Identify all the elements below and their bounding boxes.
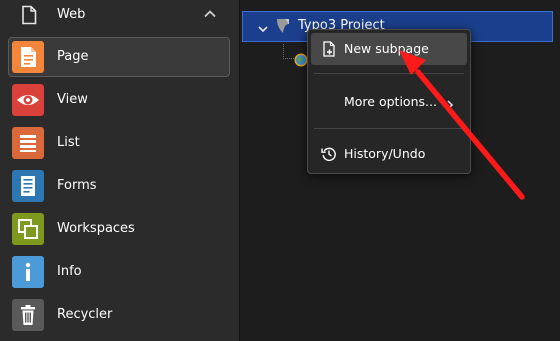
module-menu: Web Page View List Forms Workspaces Info…	[0, 0, 239, 341]
module-page[interactable]: Page	[8, 37, 230, 77]
eye-icon	[12, 84, 44, 116]
menu-item-new-subpage[interactable]: New subpage	[311, 33, 467, 65]
module-info[interactable]: Info	[8, 252, 230, 292]
module-label: Forms	[57, 178, 97, 193]
module-workspaces[interactable]: Workspaces	[8, 209, 230, 249]
module-label: List	[57, 135, 80, 150]
module-group-label: Web	[57, 7, 86, 22]
menu-item-label: New subpage	[344, 41, 429, 56]
chevron-right-icon	[445, 96, 455, 110]
forms-icon	[12, 170, 44, 202]
module-recycler[interactable]: Recycler	[8, 295, 230, 335]
workspaces-icon	[12, 213, 44, 245]
module-label: Info	[57, 264, 82, 279]
module-label: Page	[57, 49, 89, 64]
module-list[interactable]: List	[8, 123, 230, 163]
module-group-web[interactable]: Web	[0, 0, 239, 32]
chevron-down-icon[interactable]	[257, 20, 269, 33]
menu-item-label: History/Undo	[344, 146, 426, 161]
context-menu: New subpage More options... History/Undo	[307, 29, 471, 174]
module-label: View	[57, 92, 88, 107]
module-label: Recycler	[57, 307, 113, 322]
typo3-logo-icon	[275, 17, 291, 34]
info-icon	[12, 256, 44, 288]
menu-separator	[314, 128, 464, 129]
new-page-icon	[321, 41, 337, 57]
module-label: Workspaces	[57, 221, 135, 236]
menu-item-label[interactable]: More options...	[344, 94, 437, 109]
history-icon	[321, 146, 337, 162]
trash-icon	[12, 299, 44, 331]
menu-item-history-undo[interactable]: History/Undo	[311, 138, 467, 170]
globe-page-icon[interactable]	[294, 52, 308, 67]
list-icon	[12, 127, 44, 159]
chevron-up-icon[interactable]	[202, 6, 218, 20]
document-icon	[20, 5, 38, 25]
module-forms[interactable]: Forms	[8, 166, 230, 206]
menu-separator	[314, 73, 464, 74]
page-icon	[12, 41, 44, 73]
module-view[interactable]: View	[8, 80, 230, 120]
